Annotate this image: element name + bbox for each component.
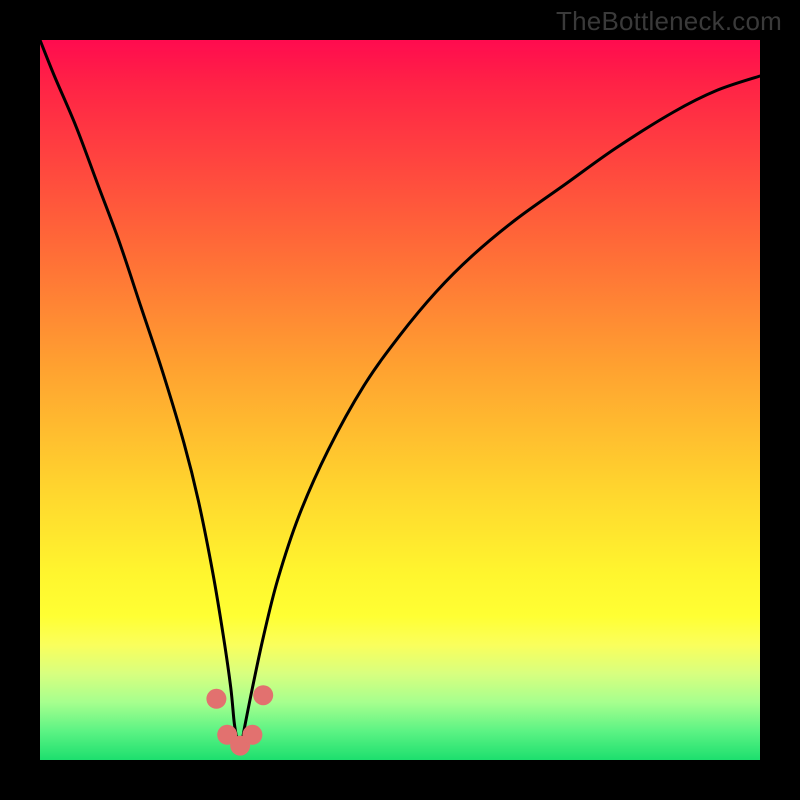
chart-frame: TheBottleneck.com — [0, 0, 800, 800]
data-point — [242, 725, 262, 745]
attribution-text: TheBottleneck.com — [556, 6, 782, 37]
bottleneck-curve — [40, 40, 760, 744]
data-point — [206, 689, 226, 709]
data-points — [206, 685, 273, 755]
data-point — [253, 685, 273, 705]
curve-layer — [40, 40, 760, 760]
